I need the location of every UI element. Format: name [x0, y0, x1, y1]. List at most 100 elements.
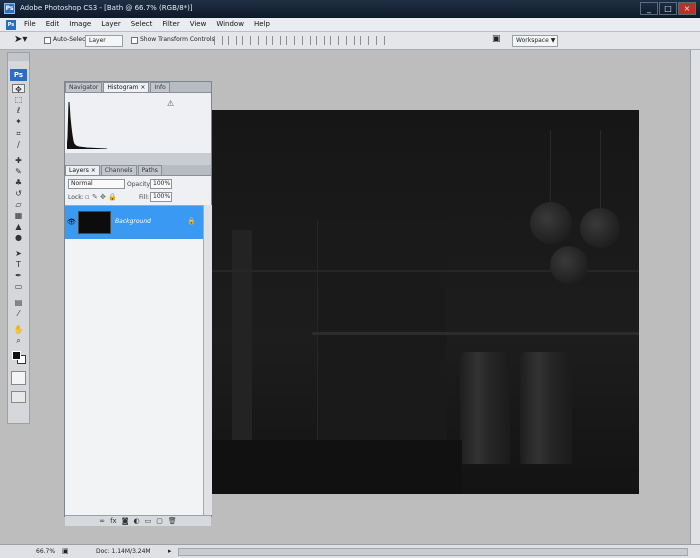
close-button[interactable]: × [678, 2, 696, 15]
panel-group: Navigator Histogram × Info ⚠ Layers × Ch… [64, 81, 212, 526]
fill-field[interactable]: 100% [150, 192, 172, 202]
canvas-pendant-lamp [550, 246, 588, 284]
title-bar: Ps Adobe Photoshop CS3 - [Bath @ 66.7% (… [0, 0, 700, 18]
distribute-hcenter-icon[interactable] [360, 36, 369, 45]
trash-icon[interactable]: 🗑 [168, 517, 177, 525]
ps-logo: Ps [10, 69, 27, 81]
align-vcenter-icon[interactable] [228, 36, 237, 45]
hand-tool-icon[interactable]: ✋ [12, 325, 25, 334]
distribute-vcenter-icon[interactable] [316, 36, 325, 45]
slice-tool-icon[interactable]: ∕ [12, 140, 25, 149]
healing-brush-tool-icon[interactable]: ✚ [12, 156, 25, 165]
lock-icons[interactable]: ▫ ✎ ✥ 🔒 [85, 193, 117, 201]
brush-tool-icon[interactable]: ✎ [12, 167, 25, 176]
foreground-color-swatch[interactable] [12, 351, 21, 360]
menu-edit[interactable]: Edit [46, 20, 60, 28]
menu-select[interactable]: Select [131, 20, 153, 28]
eraser-tool-icon[interactable]: ▱ [12, 200, 25, 209]
menu-file[interactable]: File [24, 20, 36, 28]
adjustment-layer-icon[interactable]: ◐ [134, 517, 140, 525]
auto-align-icon[interactable] [376, 36, 385, 45]
align-top-icon[interactable] [214, 36, 223, 45]
vertical-scrollbar[interactable] [690, 50, 700, 544]
menu-view[interactable]: View [190, 20, 207, 28]
align-right-icon[interactable] [286, 36, 295, 45]
tab-histogram[interactable]: Histogram × [103, 82, 150, 92]
menu-window[interactable]: Window [216, 20, 244, 28]
blur-tool-icon[interactable]: ▲ [12, 222, 25, 231]
crop-tool-icon[interactable]: ⌗ [12, 129, 25, 138]
notes-tool-icon[interactable]: ▤ [12, 298, 25, 307]
layers-list: 👁 Background 🔒 [65, 205, 203, 515]
tab-info[interactable]: Info [150, 82, 170, 92]
ps-menu-icon[interactable]: Ps [6, 20, 16, 30]
tab-channels[interactable]: Channels [100, 165, 137, 175]
layer-thumbnail [78, 211, 111, 234]
align-hcenter-icon[interactable] [272, 36, 281, 45]
histogram-warning-icon[interactable]: ⚠ [167, 99, 174, 108]
layers-scrollbar[interactable] [203, 205, 212, 515]
eyedropper-tool-icon[interactable]: ⁄ [12, 309, 25, 318]
shape-tool-icon[interactable]: ▭ [12, 282, 25, 291]
dodge-tool-icon[interactable]: ● [12, 233, 25, 242]
quick-mask-icon[interactable] [11, 371, 26, 385]
menu-image[interactable]: Image [69, 20, 91, 28]
zoom-tool-icon[interactable]: ⌕ [12, 336, 25, 345]
tools-panel-grip[interactable] [8, 53, 29, 61]
distribute-bottom-icon[interactable] [330, 36, 339, 45]
gradient-tool-icon[interactable]: ▦ [12, 211, 25, 220]
status-arrow-icon[interactable]: ▸ [168, 546, 172, 557]
distribute-top-icon[interactable] [302, 36, 311, 45]
lasso-tool-icon[interactable]: ℓ [12, 106, 25, 115]
screen-mode-icon[interactable] [11, 391, 26, 403]
canvas-lamp-cord [600, 130, 601, 210]
status-menu-icon[interactable]: ▣ [62, 546, 69, 557]
tab-layers[interactable]: Layers × [65, 165, 100, 175]
menu-bar: Ps File Edit Image Layer Select Filter V… [0, 18, 700, 32]
horizontal-scrollbar[interactable] [178, 548, 688, 556]
opacity-field[interactable]: 100% [150, 179, 172, 189]
marquee-tool-icon[interactable]: ⬚ [12, 95, 25, 104]
tools-panel: Ps ✥ ⬚ ℓ ✦ ⌗ ∕ ✚ ✎ ♣ ↺ ▱ ▦ ▲ ● ➤ T ✒ ▭ ▤… [7, 52, 30, 424]
layer-style-icon[interactable]: fx [110, 517, 117, 525]
menu-filter[interactable]: Filter [162, 20, 179, 28]
auto-select-dropdown[interactable]: Layer [85, 35, 123, 47]
type-tool-icon[interactable]: T [12, 260, 25, 269]
layer-name[interactable]: Background [115, 218, 151, 225]
magic-wand-tool-icon[interactable]: ✦ [12, 117, 25, 126]
move-tool-preset-icon[interactable]: ➤▾ [14, 34, 27, 45]
zoom-level[interactable]: 66.7% [36, 546, 55, 557]
layer-row-background[interactable]: 👁 Background 🔒 [65, 206, 203, 239]
distribute-left-icon[interactable] [346, 36, 355, 45]
path-selection-tool-icon[interactable]: ➤ [12, 249, 25, 258]
link-layers-icon[interactable]: ∞ [99, 517, 105, 525]
blend-mode-dropdown[interactable]: Normal [68, 179, 125, 189]
tab-paths[interactable]: Paths [137, 165, 162, 175]
layers-panel-tabs: Layers × Channels Paths [65, 165, 211, 176]
menu-layer[interactable]: Layer [101, 20, 121, 28]
workspace-dropdown[interactable]: Workspace ▼ [512, 35, 558, 47]
canvas-pendant-lamp [530, 202, 572, 244]
move-tool-icon[interactable]: ✥ [12, 84, 25, 94]
menu-help[interactable]: Help [254, 20, 270, 28]
show-transform-checkbox[interactable] [131, 37, 138, 44]
clone-stamp-tool-icon[interactable]: ♣ [12, 178, 25, 187]
layer-lock-icon: 🔒 [187, 217, 196, 225]
new-layer-icon[interactable]: ▢ [156, 517, 163, 525]
document-info: Doc: 1.14M/3.24M [96, 548, 151, 555]
palette-well-icon[interactable]: ▣ [492, 34, 501, 44]
document-canvas[interactable] [212, 110, 639, 494]
maximize-button[interactable]: □ [659, 2, 677, 15]
align-bottom-icon[interactable] [242, 36, 251, 45]
pen-tool-icon[interactable]: ✒ [12, 271, 25, 280]
minimize-button[interactable]: _ [640, 2, 658, 15]
align-left-icon[interactable] [258, 36, 267, 45]
history-brush-tool-icon[interactable]: ↺ [12, 189, 25, 198]
visibility-eye-icon[interactable]: 👁 [67, 218, 76, 226]
status-bar: 66.7% ▣ Doc: 1.14M/3.24M ▸ [0, 544, 700, 558]
new-group-icon[interactable]: ▭ [145, 517, 152, 525]
tab-navigator[interactable]: Navigator [65, 82, 103, 92]
layer-mask-icon[interactable]: ◙ [122, 517, 129, 525]
auto-select-checkbox[interactable] [44, 37, 51, 44]
menu-items: File Edit Image Layer Select Filter View… [24, 20, 270, 28]
